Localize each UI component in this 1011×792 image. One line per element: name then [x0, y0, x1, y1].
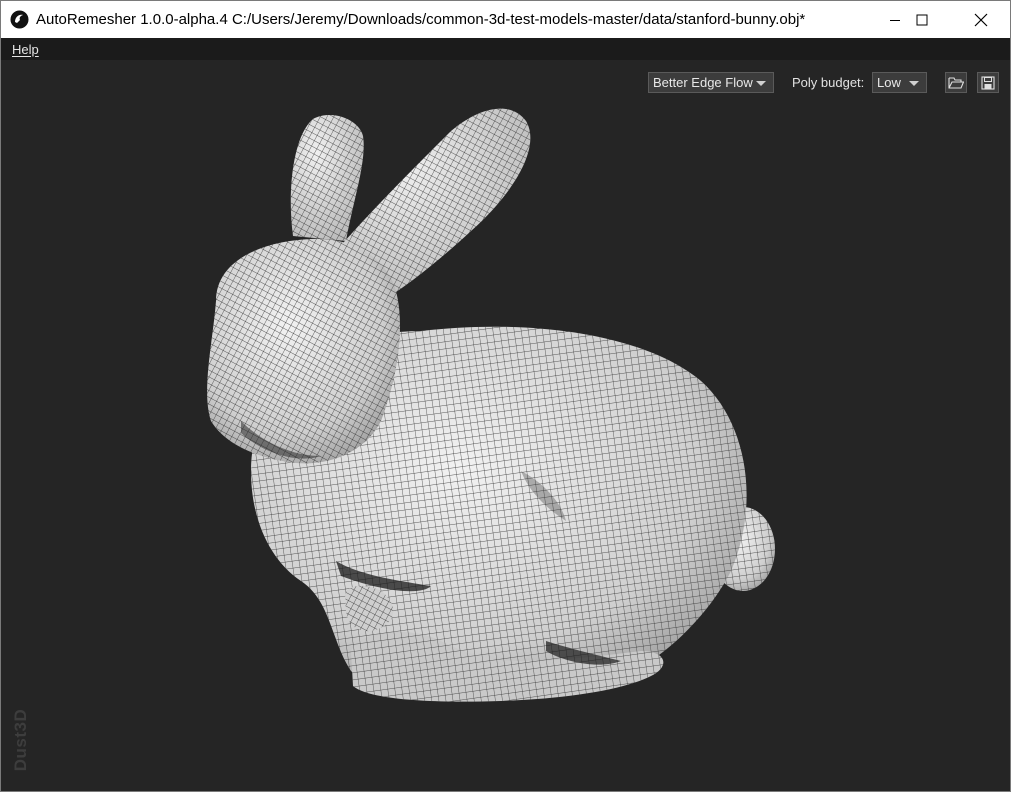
open-file-button[interactable] [945, 72, 967, 93]
menu-help[interactable]: Help [12, 42, 39, 57]
3d-viewport[interactable]: Better Edge Flow Poly budget: Low Dust3D [1, 60, 1010, 791]
folder-open-icon [948, 76, 964, 89]
chevron-down-icon [756, 81, 766, 86]
save-file-button[interactable] [977, 72, 999, 93]
remesh-mode-select[interactable]: Better Edge Flow [648, 72, 774, 93]
maximize-button[interactable] [899, 1, 945, 38]
poly-budget-select[interactable]: Low [872, 72, 927, 93]
remesh-mode-value: Better Edge Flow [653, 75, 753, 90]
chevron-down-icon [909, 81, 919, 86]
watermark-text: Dust3D [11, 708, 30, 772]
title-bar[interactable]: AutoRemesher 1.0.0-alpha.4 C:/Users/Jere… [1, 1, 1010, 38]
maximize-icon [916, 14, 928, 25]
close-button[interactable] [958, 1, 1004, 38]
poly-budget-label: Poly budget: [792, 75, 865, 90]
save-icon [981, 75, 995, 90]
menu-bar: Help [1, 38, 1010, 60]
app-logo-icon [10, 10, 29, 29]
app-window: AutoRemesher 1.0.0-alpha.4 C:/Users/Jere… [0, 0, 1011, 792]
bunny-mesh-model [207, 108, 775, 702]
watermark-logo: Dust3D [11, 700, 30, 780]
window-title: AutoRemesher 1.0.0-alpha.4 C:/Users/Jere… [36, 11, 806, 28]
close-icon [974, 13, 988, 26]
poly-budget-value: Low [877, 75, 901, 90]
